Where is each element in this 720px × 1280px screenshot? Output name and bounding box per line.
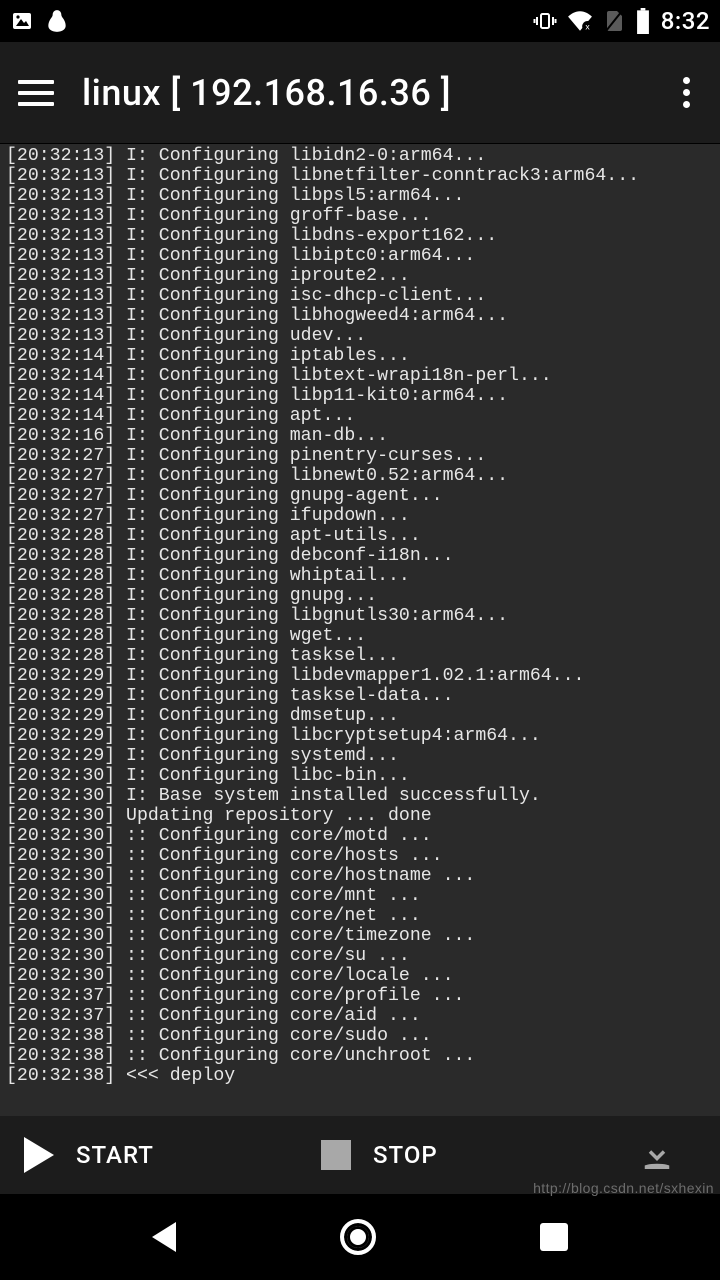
terminal-line: [20:32:37] :: Configuring core/profile .… [6,986,714,1006]
terminal-line: [20:32:13] I: Configuring isc-dhcp-clien… [6,286,714,306]
wifi-icon: x [567,9,593,33]
terminal-line: [20:32:30] :: Configuring core/locale ..… [6,966,714,986]
terminal-line: [20:32:29] I: Configuring dmsetup... [6,706,714,726]
status-bar: x 8:32 [0,0,720,42]
status-right: x 8:32 [533,7,710,35]
terminal-line: [20:32:30] :: Configuring core/hosts ... [6,846,714,866]
status-clock: 8:32 [661,7,710,35]
terminal-line: [20:32:27] I: Configuring pinentry-curse… [6,446,714,466]
terminal-line: [20:32:13] I: Configuring iproute2... [6,266,714,286]
terminal-line: [20:32:13] I: Configuring libnetfilter-c… [6,166,714,186]
start-label: START [76,1141,154,1169]
terminal-line: [20:32:14] I: Configuring apt... [6,406,714,426]
terminal-line: [20:32:27] I: Configuring gnupg-agent... [6,486,714,506]
stop-icon [321,1140,351,1170]
start-button[interactable]: START [8,1116,305,1194]
terminal-line: [20:32:30] :: Configuring core/net ... [6,906,714,926]
terminal-line: [20:32:30] :: Configuring core/mnt ... [6,886,714,906]
terminal-line: [20:32:16] I: Configuring man-db... [6,426,714,446]
play-icon [24,1137,54,1173]
download-icon [636,1134,678,1176]
terminal-line: [20:32:28] I: Configuring whiptail... [6,566,714,586]
terminal-line: [20:32:29] I: Configuring libdevmapper1.… [6,666,714,686]
app-title: linux [ 192.168.16.36 ] [82,72,643,114]
terminal-line: [20:32:38] :: Configuring core/sudo ... [6,1026,714,1046]
app-bar: linux [ 192.168.16.36 ] [0,42,720,144]
stop-label: STOP [373,1141,438,1169]
terminal-line: [20:32:28] I: Configuring tasksel... [6,646,714,666]
menu-icon[interactable] [18,80,54,106]
terminal-line: [20:32:29] I: Configuring tasksel-data..… [6,686,714,706]
terminal-line: [20:32:13] I: Configuring libhogweed4:ar… [6,306,714,326]
terminal-line: [20:32:38] <<< deploy [6,1066,714,1086]
terminal-line: [20:32:14] I: Configuring libp11-kit0:ar… [6,386,714,406]
terminal-line: [20:32:13] I: Configuring libidn2-0:arm6… [6,146,714,166]
terminal-line: [20:32:28] I: Configuring apt-utils... [6,526,714,546]
terminal-line: [20:32:30] I: Base system installed succ… [6,786,714,806]
watermark: http://blog.csdn.net/sxhexin [533,1180,714,1196]
overflow-menu-icon[interactable] [671,69,702,116]
terminal-line: [20:32:13] I: Configuring libiptc0:arm64… [6,246,714,266]
terminal-line: [20:32:30] :: Configuring core/timezone … [6,926,714,946]
terminal-line: [20:32:14] I: Configuring iptables... [6,346,714,366]
terminal-line: [20:32:29] I: Configuring systemd... [6,746,714,766]
terminal-line: [20:32:13] I: Configuring udev... [6,326,714,346]
no-sim-icon [603,9,625,33]
nav-bar [0,1194,720,1280]
terminal-line: [20:32:13] I: Configuring libpsl5:arm64.… [6,186,714,206]
terminal-line: [20:32:30] :: Configuring core/motd ... [6,826,714,846]
terminal-line: [20:32:38] :: Configuring core/unchroot … [6,1046,714,1066]
terminal-line: [20:32:30] :: Configuring core/su ... [6,946,714,966]
terminal-line: [20:32:28] I: Configuring gnupg... [6,586,714,606]
nav-home-icon[interactable] [340,1219,376,1255]
terminal-line: [20:32:37] :: Configuring core/aid ... [6,1006,714,1026]
battery-icon [635,8,651,34]
status-left [10,8,70,34]
terminal-output[interactable]: [20:32:13] I: Configuring libidn2-0:arm6… [0,144,720,1116]
terminal-line: [20:32:29] I: Configuring libcryptsetup4… [6,726,714,746]
terminal-line: [20:32:30] Updating repository ... done [6,806,714,826]
vibrate-icon [533,9,557,33]
svg-text:x: x [585,22,590,32]
penguin-icon [44,8,70,34]
terminal-line: [20:32:13] I: Configuring libdns-export1… [6,226,714,246]
terminal-line: [20:32:13] I: Configuring groff-base... [6,206,714,226]
nav-recent-icon[interactable] [540,1223,568,1251]
nav-back-icon[interactable] [152,1222,176,1252]
terminal-line: [20:32:14] I: Configuring libtext-wrapi1… [6,366,714,386]
terminal-line: [20:32:30] :: Configuring core/hostname … [6,866,714,886]
picture-icon [10,9,34,33]
terminal-line: [20:32:30] I: Configuring libc-bin... [6,766,714,786]
terminal-line: [20:32:28] I: Configuring debconf-i18n..… [6,546,714,566]
terminal-line: [20:32:27] I: Configuring ifupdown... [6,506,714,526]
terminal-line: [20:32:28] I: Configuring wget... [6,626,714,646]
terminal-line: [20:32:27] I: Configuring libnewt0.52:ar… [6,466,714,486]
terminal-line: [20:32:28] I: Configuring libgnutls30:ar… [6,606,714,626]
